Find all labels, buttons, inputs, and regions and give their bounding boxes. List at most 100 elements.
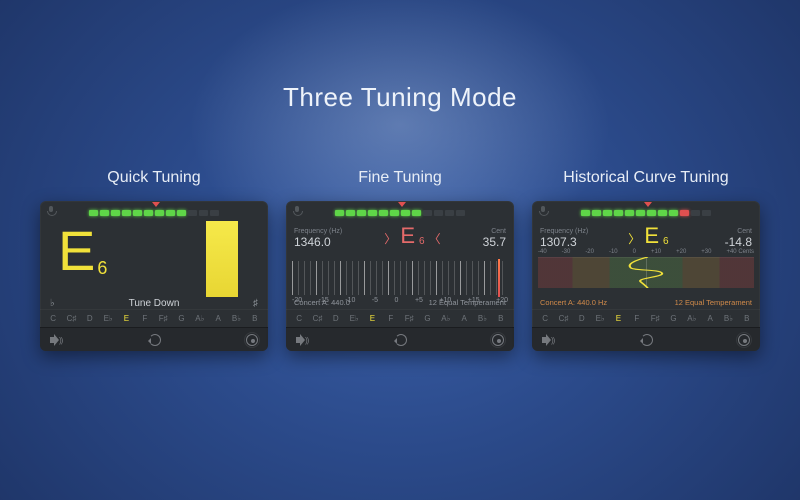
note-F[interactable]: F (382, 314, 400, 323)
chevron-left-icon: 〉 (628, 230, 640, 247)
mode-cycle-icon[interactable] (149, 334, 161, 346)
note-Cs[interactable]: C♯ (308, 314, 326, 323)
note-G[interactable]: G (418, 314, 436, 323)
note-Bb[interactable]: B♭ (719, 314, 737, 323)
pitch-bar (206, 221, 238, 297)
hist-tick: -10 (609, 249, 618, 255)
speaker-icon[interactable]: )) (296, 333, 310, 347)
hist-tick: -40 (538, 249, 547, 255)
detected-note: E6 (58, 223, 105, 309)
note-C[interactable]: C (536, 314, 554, 323)
note-D[interactable]: D (573, 314, 591, 323)
card-title-hist: Historical Curve Tuning (532, 169, 760, 187)
note-G[interactable]: G (172, 314, 190, 323)
tune-hint: Tune Down (40, 298, 268, 309)
chevron-right-icon: 〈 (429, 230, 441, 247)
concert-a-label[interactable]: Concert A: 440.0 Hz (540, 298, 607, 307)
tuner-historical: Frequency (Hz) 1307.3 〉 E6 〈 Cent -14.8 … (532, 201, 760, 351)
temperament-label[interactable]: 12 Equal Temperament (675, 298, 752, 307)
hist-tick: +40 Cents (726, 249, 754, 255)
mic-icon (292, 206, 302, 216)
cent-readout: Cent 35.7 (483, 228, 506, 249)
cent-readout: Cent -14.8 (725, 228, 752, 249)
tuner-fine: Frequency (Hz) 1346.0 〉 E6 〈 Cent 35.7 -… (286, 201, 514, 351)
detected-note: 〉 E6 〈 (384, 223, 440, 249)
note-E[interactable]: E (363, 314, 381, 323)
note-E[interactable]: E (609, 314, 627, 323)
scale-tick: -20 (292, 297, 302, 304)
scale-tick: +20 (496, 297, 508, 304)
note-Eb[interactable]: E♭ (591, 314, 609, 323)
note-Fs[interactable]: F♯ (154, 314, 172, 323)
detected-note: 〉 E6 〈 (628, 223, 684, 249)
meter-pointer (152, 202, 160, 207)
mic-icon (538, 206, 548, 216)
tuner-cards: Quick Tuning E6 ♭ ♯ Tune (0, 169, 800, 351)
note-B[interactable]: B (492, 314, 510, 323)
note-D[interactable]: D (327, 314, 345, 323)
note-G[interactable]: G (664, 314, 682, 323)
cent-needle (498, 259, 500, 297)
note-F[interactable]: F (136, 314, 154, 323)
note-D[interactable]: D (81, 314, 99, 323)
note-strip: CC♯DE♭EFF♯GA♭AB♭B (286, 309, 514, 327)
note-Ab[interactable]: A♭ (437, 314, 455, 323)
hist-tick: +10 (651, 249, 661, 255)
note-Ab[interactable]: A♭ (683, 314, 701, 323)
note-B[interactable]: B (738, 314, 756, 323)
hist-tick: +30 (701, 249, 711, 255)
hist-tick: 0 (633, 249, 636, 255)
note-Bb[interactable]: B♭ (473, 314, 491, 323)
note-Eb[interactable]: E♭ (345, 314, 363, 323)
card-title-fine: Fine Tuning (286, 169, 514, 187)
page-title: Three Tuning Mode (0, 0, 800, 113)
note-A[interactable]: A (209, 314, 227, 323)
note-C[interactable]: C (44, 314, 62, 323)
note-Ab[interactable]: A♭ (191, 314, 209, 323)
note-B[interactable]: B (246, 314, 264, 323)
note-C[interactable]: C (290, 314, 308, 323)
card-title-quick: Quick Tuning (40, 169, 268, 187)
speaker-icon[interactable]: )) (50, 333, 64, 347)
hist-tick: -30 (562, 249, 571, 255)
note-F[interactable]: F (628, 314, 646, 323)
history-curve (624, 257, 672, 288)
cent-scale: -20-15-10-50+5+10+15+20 (292, 253, 508, 298)
scale-tick: -10 (345, 297, 355, 304)
note-Eb[interactable]: E♭ (99, 314, 117, 323)
mic-icon (46, 206, 56, 216)
scale-tick: +5 (415, 297, 423, 304)
scale-tick: -15 (319, 297, 329, 304)
mode-cycle-icon[interactable] (395, 334, 407, 346)
scale-tick: -5 (372, 297, 378, 304)
note-strip: CC♯DE♭EFF♯GA♭AB♭B (40, 309, 268, 327)
tuner-quick: E6 ♭ ♯ Tune Down CC♯DE♭EFF♯GA♭AB♭B )) (40, 201, 268, 351)
meter-pointer (644, 202, 652, 207)
note-Fs[interactable]: F♯ (646, 314, 664, 323)
speaker-icon[interactable]: )) (542, 333, 556, 347)
frequency-readout: Frequency (Hz) 1307.3 (540, 228, 588, 249)
note-strip: CC♯DE♭EFF♯GA♭AB♭B (532, 309, 760, 327)
note-A[interactable]: A (701, 314, 719, 323)
note-Fs[interactable]: F♯ (400, 314, 418, 323)
frequency-readout: Frequency (Hz) 1346.0 (294, 228, 342, 249)
note-Bb[interactable]: B♭ (227, 314, 245, 323)
meter-pointer (398, 202, 406, 207)
hist-tick: -20 (585, 249, 594, 255)
mode-cycle-icon[interactable] (641, 334, 653, 346)
scale-tick: +15 (468, 297, 480, 304)
settings-icon[interactable] (738, 334, 750, 346)
note-A[interactable]: A (455, 314, 473, 323)
scale-tick: 0 (395, 297, 399, 304)
history-graph: -40 -30 -20 -10 0 +10 +20 +30 +40 Cents (538, 251, 754, 298)
level-meter (286, 205, 514, 221)
note-Cs[interactable]: C♯ (554, 314, 572, 323)
chevron-left-icon: 〉 (384, 230, 396, 247)
settings-icon[interactable] (492, 334, 504, 346)
note-Cs[interactable]: C♯ (62, 314, 80, 323)
settings-icon[interactable] (246, 334, 258, 346)
scale-tick: +10 (439, 297, 451, 304)
note-E[interactable]: E (117, 314, 135, 323)
level-meter (532, 205, 760, 221)
hist-tick: +20 (676, 249, 686, 255)
